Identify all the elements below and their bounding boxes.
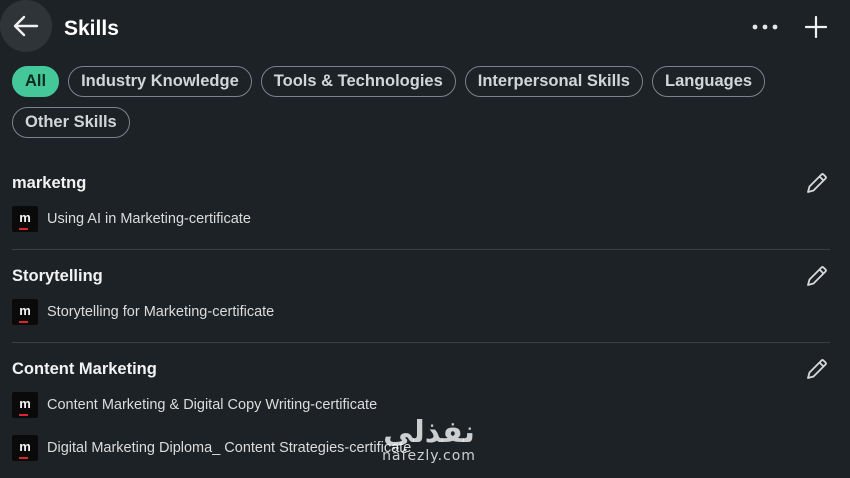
filter-chip-interpersonal-skills[interactable]: Interpersonal Skills bbox=[464, 66, 643, 97]
filter-chip-other-skills[interactable]: Other Skills bbox=[12, 107, 130, 138]
more-options-button[interactable] bbox=[748, 12, 782, 42]
arrow-left-icon bbox=[13, 15, 39, 37]
edit-skill-button[interactable] bbox=[804, 170, 830, 196]
filter-chip-industry-knowledge[interactable]: Industry Knowledge bbox=[68, 66, 252, 97]
watermark: نفذلي nafezly.com bbox=[374, 415, 484, 465]
watermark-arabic: نفذلي bbox=[383, 415, 475, 450]
skill-name: marketng bbox=[12, 174, 87, 192]
skill-name: Storytelling bbox=[12, 267, 103, 285]
filter-chip-languages[interactable]: Languages bbox=[652, 66, 766, 97]
skill-filter-bar: All Industry Knowledge Tools & Technolog… bbox=[12, 66, 772, 138]
pencil-icon bbox=[807, 173, 827, 193]
pencil-icon bbox=[807, 359, 827, 379]
filter-chip-all[interactable]: All bbox=[12, 66, 60, 97]
edit-skill-button[interactable] bbox=[804, 263, 830, 289]
edit-skill-button[interactable] bbox=[804, 356, 830, 382]
skill-item: marketng m Using AI in Marketing-certifi… bbox=[0, 160, 850, 232]
more-horizontal-icon bbox=[752, 24, 778, 30]
back-button[interactable] bbox=[0, 0, 52, 52]
certificate-title[interactable]: Storytelling for Marketing-certificate bbox=[47, 304, 274, 320]
skill-item: Storytelling m Storytelling for Marketin… bbox=[0, 250, 850, 325]
plus-icon bbox=[805, 16, 827, 38]
certificate-title[interactable]: Content Marketing & Digital Copy Writing… bbox=[47, 397, 377, 413]
certificate-title[interactable]: Using AI in Marketing-certificate bbox=[47, 211, 251, 227]
certificate-provider-logo: m bbox=[12, 392, 38, 418]
watermark-domain: nafezly.com bbox=[382, 448, 476, 464]
certificate-item[interactable]: m Using AI in Marketing-certificate bbox=[12, 206, 838, 232]
skill-name: Content Marketing bbox=[12, 360, 157, 378]
certificate-provider-logo: m bbox=[12, 206, 38, 232]
filter-chip-tools-technologies[interactable]: Tools & Technologies bbox=[260, 66, 456, 97]
certificate-item[interactable]: m Storytelling for Marketing-certificate bbox=[12, 299, 838, 325]
add-skill-button[interactable] bbox=[799, 10, 833, 44]
page-title: Skills bbox=[64, 17, 119, 40]
pencil-icon bbox=[807, 266, 827, 286]
page-header: Skills bbox=[0, 0, 850, 56]
certificate-provider-logo: m bbox=[12, 299, 38, 325]
certificate-title[interactable]: Digital Marketing Diploma_ Content Strat… bbox=[47, 440, 411, 456]
certificate-provider-logo: m bbox=[12, 435, 38, 461]
